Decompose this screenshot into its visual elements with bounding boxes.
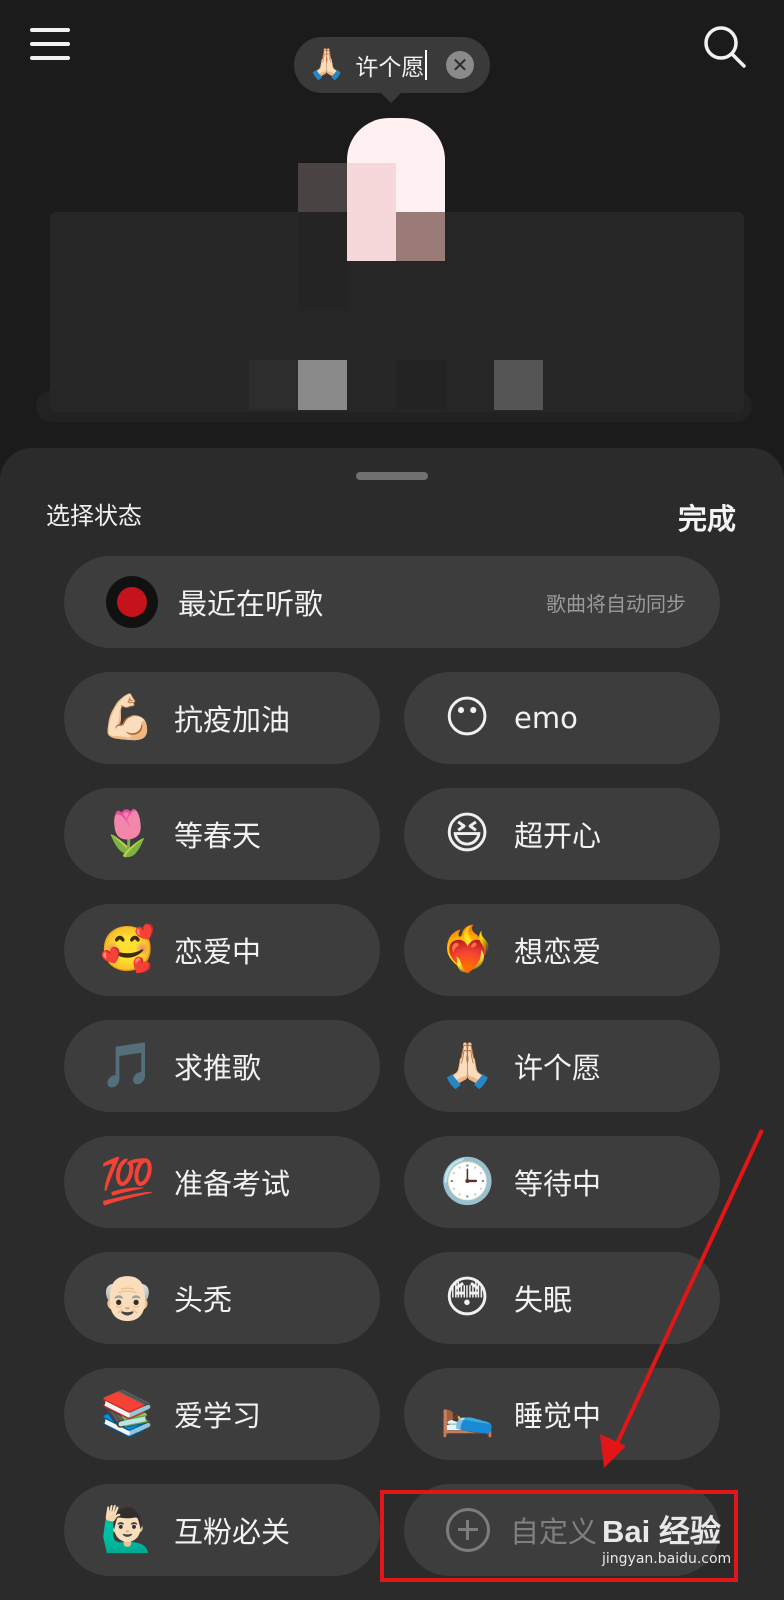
flushed-face-icon: 😳 (444, 1272, 490, 1323)
status-pill-text: 许个愿 (355, 55, 425, 81)
sheet-drag-handle[interactable] (356, 472, 428, 480)
heart-on-fire-icon: ❤️‍🔥 (440, 924, 495, 975)
status-item-recent-music[interactable]: 最近在听歌 歌曲将自动同步 (64, 556, 720, 648)
status-item[interactable]: 🌷 等春天 (64, 788, 380, 880)
grinning-squinting-face-icon: 😆 (444, 808, 490, 859)
status-item-label: 最近在听歌 (178, 587, 324, 621)
status-item[interactable]: 😆 超开心 (404, 788, 720, 880)
status-item[interactable]: 💯 准备考试 (64, 1136, 380, 1228)
status-item[interactable]: 🎵 求推歌 (64, 1020, 380, 1112)
status-item-label: 恋爱中 (174, 935, 262, 969)
status-item[interactable]: 💪🏻 抗疫加油 (64, 672, 380, 764)
folded-hands-icon: 🙏🏻 (440, 1040, 495, 1091)
status-item[interactable]: 🛌 睡觉中 (404, 1368, 720, 1460)
watermark: Bai 经验 jingyan.baidu.com (602, 1506, 731, 1567)
man-raising-hand-icon: 🙋🏻‍♂️ (100, 1504, 155, 1555)
status-item-label: 抗疫加油 (174, 703, 291, 737)
profile-header: 🙏🏻 许个愿 ✕ (0, 0, 784, 450)
status-item-label: 爱学习 (174, 1399, 262, 1433)
no-mouth-face-icon: 😶 (444, 692, 490, 743)
status-item-label: 等春天 (174, 819, 262, 853)
musical-note-icon: 🎵 (100, 1040, 155, 1091)
done-button[interactable]: 完成 (678, 496, 736, 538)
status-pill-pointer (380, 92, 402, 103)
current-status-pill[interactable]: 🙏🏻 许个愿 ✕ (294, 37, 490, 93)
status-item-hint: 歌曲将自动同步 (546, 591, 686, 616)
search-icon[interactable] (700, 22, 750, 72)
status-item[interactable]: 😶 emo (404, 672, 720, 764)
sheet-title: 选择状态 (46, 502, 142, 530)
status-item-label: 睡觉中 (514, 1399, 602, 1433)
status-item-label: 头秃 (174, 1283, 233, 1317)
books-icon: 📚 (100, 1388, 155, 1439)
status-item-label: 想恋爱 (514, 935, 602, 969)
old-man-icon: 👴🏻 (100, 1272, 155, 1323)
vinyl-record-icon (106, 576, 158, 628)
tulip-icon: 🌷 (100, 808, 155, 859)
status-item[interactable]: 👴🏻 头秃 (64, 1252, 380, 1344)
folded-hands-icon: 🙏🏻 (308, 47, 346, 82)
clear-icon[interactable]: ✕ (446, 51, 474, 79)
watermark-logo: Bai 经验 (602, 1514, 721, 1549)
smiling-face-hearts-icon: 🥰 (100, 924, 155, 975)
flexed-biceps-icon: 💪🏻 (100, 692, 155, 743)
status-item[interactable]: 🥰 恋爱中 (64, 904, 380, 996)
text-cursor (425, 50, 428, 80)
status-item[interactable]: 😳 失眠 (404, 1252, 720, 1344)
watermark-url: jingyan.baidu.com (602, 1551, 732, 1567)
status-item[interactable]: 🙋🏻‍♂️ 互粉必关 (64, 1484, 380, 1576)
status-item-label: 求推歌 (174, 1051, 262, 1085)
status-item[interactable]: ❤️‍🔥 想恋爱 (404, 904, 720, 996)
status-item-label: 等待中 (514, 1167, 602, 1201)
status-item-label: 互粉必关 (174, 1515, 291, 1549)
status-item-label: 准备考试 (174, 1167, 291, 1201)
status-item-label: 超开心 (514, 819, 602, 853)
person-in-bed-icon: 🛌 (440, 1388, 495, 1439)
hamburger-menu-icon[interactable] (30, 28, 70, 62)
clock-icon: 🕒 (440, 1156, 495, 1207)
status-item[interactable]: 📚 爱学习 (64, 1368, 380, 1460)
status-item-label: 许个愿 (514, 1051, 602, 1085)
status-item-label: emo (514, 701, 578, 735)
status-item[interactable]: 🕒 等待中 (404, 1136, 720, 1228)
status-item[interactable]: 🙏🏻 许个愿 (404, 1020, 720, 1112)
hundred-points-icon: 💯 (100, 1156, 155, 1207)
status-item-label: 失眠 (514, 1283, 573, 1317)
